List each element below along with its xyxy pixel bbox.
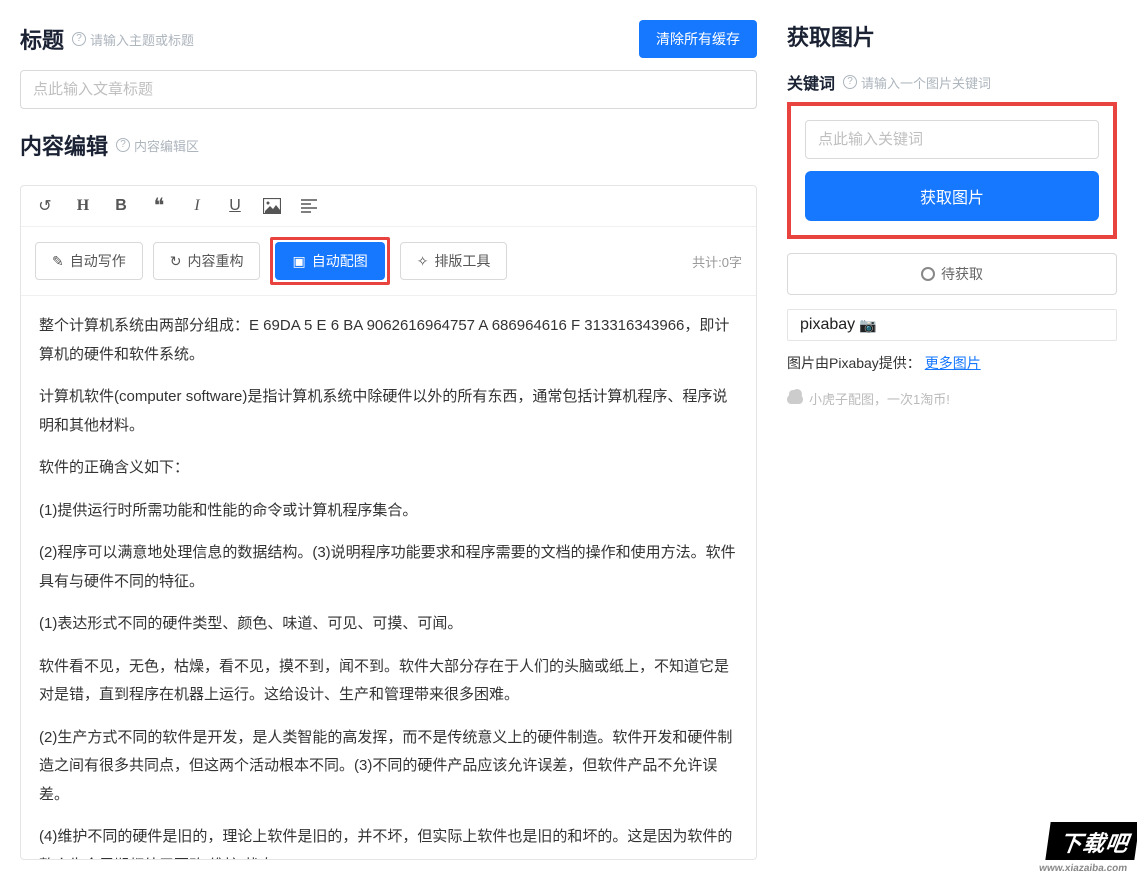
bold-icon[interactable]: B — [111, 197, 131, 215]
camera-icon: 📷 — [859, 317, 876, 334]
auto-image-highlight: ▣ 自动配图 — [270, 237, 389, 285]
keyword-input[interactable] — [805, 120, 1099, 159]
heading-icon[interactable]: H — [73, 197, 93, 215]
circle-icon — [921, 267, 935, 281]
paragraph: 软件的正确含义如下： — [39, 454, 738, 483]
auto-image-button[interactable]: ▣ 自动配图 — [275, 242, 384, 280]
underline-icon[interactable]: U — [225, 197, 245, 215]
pixabay-badge: pixabay 📷 — [787, 309, 1117, 341]
more-images-link[interactable]: 更多图片 — [925, 355, 981, 371]
fetch-image-button[interactable]: 获取图片 — [805, 171, 1099, 221]
pending-status[interactable]: 待获取 — [787, 253, 1117, 295]
keyword-hint: ? 请输入一个图片关键词 — [843, 73, 991, 92]
action-toolbar: ✎ 自动写作 ↻ 内容重构 ▣ 自动配图 ✧ 排版工具 — [21, 227, 756, 296]
paragraph: 计算机软件(computer software)是指计算机系统中除硬件以外的所有… — [39, 383, 738, 440]
info-icon: ? — [843, 75, 857, 89]
pencil-icon: ✎ — [52, 253, 64, 270]
char-count: 共计:0字 — [692, 252, 742, 271]
quote-icon[interactable]: ❝ — [149, 198, 169, 214]
footer-note: 小虎子配图，一次1淘币! — [787, 389, 1117, 408]
undo-icon[interactable]: ↺ — [35, 196, 55, 216]
article-title-input[interactable] — [20, 70, 757, 109]
title-header-row: 标题 ? 请输入主题或标题 清除所有缓存 — [20, 20, 757, 58]
info-icon: ? — [116, 138, 130, 152]
keyword-label: 关键词 — [787, 70, 835, 94]
paragraph: (1)提供运行时所需功能和性能的命令或计算机程序集合。 — [39, 497, 738, 526]
paragraph: 整个计算机系统由两部分组成：E 69DA 5 E 6 BA 9062616964… — [39, 312, 738, 369]
paragraph: 软件看不见，无色，枯燥，看不见，摸不到，闻不到。软件大部分存在于人们的头脑或纸上… — [39, 653, 738, 710]
italic-icon[interactable]: I — [187, 197, 207, 215]
paragraph: (1)表达形式不同的硬件类型、颜色、味道、可见、可摸、可闻。 — [39, 610, 738, 639]
format-toolbar: ↺ H B ❝ I U — [21, 186, 756, 227]
auto-write-button[interactable]: ✎ 自动写作 — [35, 242, 143, 280]
refresh-icon: ↻ — [170, 253, 182, 270]
image-icon[interactable] — [263, 198, 283, 214]
main-column: 标题 ? 请输入主题或标题 清除所有缓存 内容编辑 ? 内容编辑区 ↺ H B … — [0, 0, 777, 860]
clear-cache-button[interactable]: 清除所有缓存 — [639, 20, 757, 58]
paragraph: (4)维护不同的硬件是旧的，理论上软件是旧的，并不坏，但实际上软件也是旧的和坏的… — [39, 823, 738, 859]
watermark: 下载吧 www.xiazaiba.com — [1045, 822, 1137, 860]
image-credit: 图片由Pixabay提供： 更多图片 — [787, 353, 1117, 373]
info-icon: ? — [72, 32, 86, 46]
align-left-icon[interactable] — [301, 199, 321, 213]
keyword-highlight-block: 获取图片 — [787, 102, 1117, 239]
content-hint: ? 内容编辑区 — [116, 136, 199, 155]
restructure-button[interactable]: ↻ 内容重构 — [153, 242, 261, 280]
editor-content[interactable]: 整个计算机系统由两部分组成：E 69DA 5 E 6 BA 9062616964… — [21, 296, 756, 859]
content-header: 内容编辑 ? 内容编辑区 — [20, 129, 757, 161]
paragraph: (2)生产方式不同的软件是开发，是人类智能的高发挥，而不是传统意义上的硬件制造。… — [39, 724, 738, 810]
picture-icon: ▣ — [292, 253, 305, 270]
wand-icon: ✧ — [417, 253, 429, 270]
content-section-label: 内容编辑 — [20, 129, 108, 161]
layout-tool-button[interactable]: ✧ 排版工具 — [400, 242, 508, 280]
fetch-image-title: 获取图片 — [787, 20, 875, 52]
title-section-label: 标题 — [20, 23, 64, 55]
title-hint: ? 请输入主题或标题 — [72, 30, 194, 49]
editor-box: ↺ H B ❝ I U ✎ 自动写作 ↻ — [20, 185, 757, 860]
image-sidebar: 获取图片 关键词 ? 请输入一个图片关键词 获取图片 待获取 pixabay 📷… — [777, 0, 1137, 860]
cloud-icon — [787, 394, 803, 404]
paragraph: (2)程序可以满意地处理信息的数据结构。(3)说明程序功能要求和程序需要的文档的… — [39, 539, 738, 596]
